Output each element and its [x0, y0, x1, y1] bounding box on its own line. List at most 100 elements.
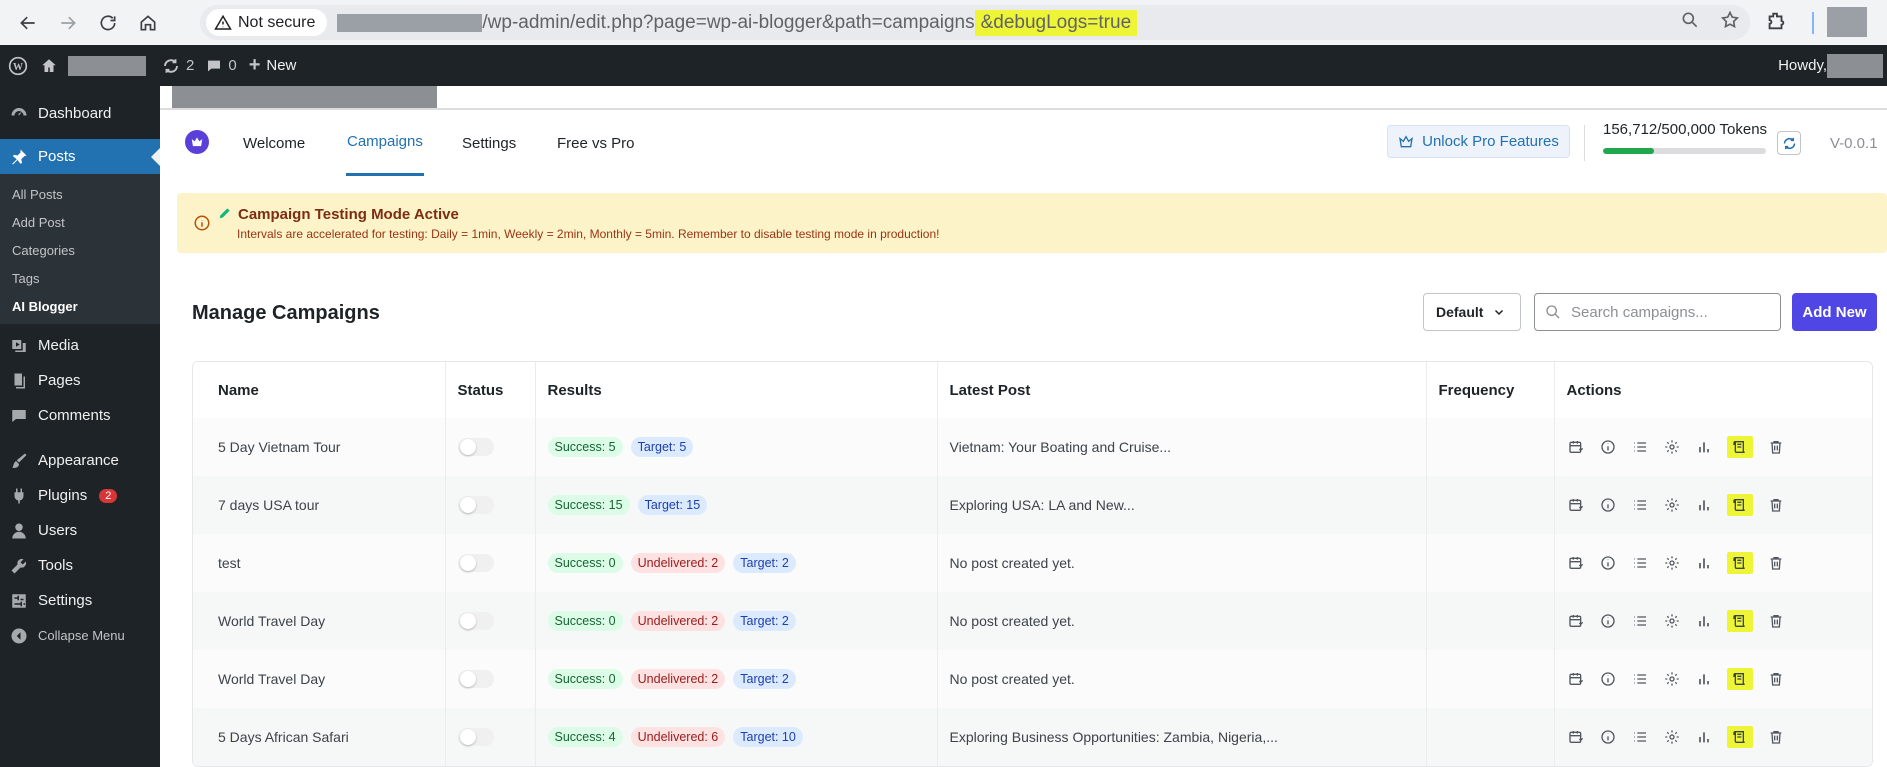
calendar-schedule-icon[interactable] [1567, 496, 1585, 514]
logs-scroll-icon[interactable] [1726, 552, 1753, 574]
search-input[interactable] [1571, 303, 1761, 321]
info-icon[interactable] [1599, 670, 1617, 688]
site-name-redacted[interactable] [68, 55, 146, 76]
calendar-schedule-icon[interactable] [1567, 438, 1585, 456]
site-home-icon[interactable] [40, 57, 58, 75]
add-new-button[interactable]: Add New [1792, 293, 1877, 331]
campaign-name[interactable]: World Travel Day [193, 650, 446, 708]
updates-link[interactable]: 2 [162, 57, 194, 75]
tab-campaigns[interactable]: Campaigns [346, 110, 424, 176]
campaign-name[interactable]: 7 days USA tour [193, 476, 446, 534]
tab-free-vs-pro[interactable]: Free vs Pro [557, 110, 635, 176]
logs-scroll-icon[interactable] [1726, 436, 1753, 458]
campaign-name[interactable]: World Travel Day [193, 592, 446, 650]
trash-icon[interactable] [1767, 728, 1785, 746]
sort-select[interactable]: Default [1423, 293, 1521, 331]
sidebar-item-plugins[interactable]: Plugins 2 [0, 478, 160, 513]
submenu-categories[interactable]: Categories [0, 236, 160, 264]
extensions-icon[interactable] [1765, 10, 1787, 37]
info-icon[interactable] [1599, 612, 1617, 630]
list-icon[interactable] [1631, 728, 1649, 746]
trash-icon[interactable] [1767, 670, 1785, 688]
list-icon[interactable] [1631, 612, 1649, 630]
gear-icon[interactable] [1663, 496, 1681, 514]
calendar-schedule-icon[interactable] [1567, 728, 1585, 746]
info-icon[interactable] [1599, 728, 1617, 746]
gear-icon[interactable] [1663, 728, 1681, 746]
sidebar-item-tools[interactable]: Tools [0, 548, 160, 583]
submenu-ai-blogger[interactable]: AI Blogger [0, 292, 160, 320]
submenu-add-post[interactable]: Add Post [0, 208, 160, 236]
calendar-schedule-icon[interactable] [1567, 554, 1585, 572]
security-chip[interactable]: Not secure [206, 9, 328, 36]
info-icon[interactable] [1599, 554, 1617, 572]
user-name-redacted[interactable] [1827, 54, 1883, 78]
sidebar-item-media[interactable]: Media [0, 328, 160, 363]
campaign-name[interactable]: 5 Day Vietnam Tour [193, 418, 446, 476]
list-icon[interactable] [1631, 438, 1649, 456]
status-toggle[interactable] [457, 728, 494, 746]
collapse-menu-button[interactable]: Collapse Menu [0, 618, 160, 653]
bar-chart-icon[interactable] [1695, 728, 1713, 746]
bar-chart-icon[interactable] [1695, 612, 1713, 630]
logs-scroll-icon[interactable] [1726, 610, 1753, 632]
bar-chart-icon[interactable] [1695, 554, 1713, 572]
comments-link[interactable]: 0 [206, 57, 237, 74]
sidebar-item-comments[interactable]: Comments [0, 398, 160, 433]
bookmark-star-icon[interactable] [1720, 10, 1740, 35]
list-icon[interactable] [1631, 554, 1649, 572]
campaign-name[interactable]: test [193, 534, 446, 592]
home-icon[interactable] [128, 3, 168, 43]
bar-chart-icon[interactable] [1695, 438, 1713, 456]
gear-icon[interactable] [1663, 612, 1681, 630]
sidebar-item-users[interactable]: Users [0, 513, 160, 548]
calendar-schedule-icon[interactable] [1567, 670, 1585, 688]
wordpress-logo-icon[interactable]: W [8, 56, 28, 76]
list-icon[interactable] [1631, 670, 1649, 688]
search-field[interactable] [1534, 293, 1781, 331]
logs-scroll-icon[interactable] [1726, 726, 1753, 748]
tab-welcome[interactable]: Welcome [243, 110, 305, 176]
trash-icon[interactable] [1767, 438, 1785, 456]
howdy-label[interactable]: Howdy, [1778, 57, 1827, 74]
info-icon[interactable] [1599, 496, 1617, 514]
submenu-all-posts[interactable]: All Posts [0, 180, 160, 208]
status-toggle[interactable] [457, 554, 494, 572]
address-bar[interactable]: Not secure /wp-admin/edit.php?page=wp-ai… [200, 5, 1750, 40]
refresh-tokens-button[interactable] [1777, 131, 1801, 155]
list-icon[interactable] [1631, 496, 1649, 514]
submenu-tags[interactable]: Tags [0, 264, 160, 292]
back-icon[interactable] [8, 3, 48, 43]
new-content-link[interactable]: + New [249, 54, 297, 77]
trash-icon[interactable] [1767, 496, 1785, 514]
gear-icon[interactable] [1663, 438, 1681, 456]
sidebar-item-appearance[interactable]: Appearance [0, 443, 160, 478]
profile-avatar[interactable] [1827, 7, 1867, 37]
logs-scroll-icon[interactable] [1726, 668, 1753, 690]
status-toggle[interactable] [457, 612, 494, 630]
campaign-name[interactable]: 5 Days African Safari [193, 708, 446, 766]
bar-chart-icon[interactable] [1695, 496, 1713, 514]
status-toggle[interactable] [457, 496, 494, 514]
sidebar-item-dashboard[interactable]: Dashboard [0, 96, 160, 131]
sidebar-item-posts[interactable]: Posts [0, 139, 160, 174]
tab-settings[interactable]: Settings [462, 110, 516, 176]
sidebar-item-settings[interactable]: Settings [0, 583, 160, 618]
bar-chart-icon[interactable] [1695, 670, 1713, 688]
gear-icon[interactable] [1663, 670, 1681, 688]
trash-icon[interactable] [1767, 554, 1785, 572]
zoom-icon[interactable] [1680, 10, 1700, 35]
unlock-pro-button[interactable]: Unlock Pro Features [1387, 125, 1570, 158]
status-toggle[interactable] [457, 438, 494, 456]
gear-icon[interactable] [1663, 554, 1681, 572]
column-header-name[interactable]: Name [193, 362, 446, 418]
info-icon[interactable] [1599, 438, 1617, 456]
sidebar-item-pages[interactable]: Pages [0, 363, 160, 398]
trash-icon[interactable] [1767, 612, 1785, 630]
actions-cell [1554, 418, 1872, 476]
calendar-schedule-icon[interactable] [1567, 612, 1585, 630]
logs-scroll-icon[interactable] [1726, 494, 1753, 516]
status-toggle[interactable] [457, 670, 494, 688]
reload-icon[interactable] [88, 3, 128, 43]
forward-icon[interactable] [48, 3, 88, 43]
